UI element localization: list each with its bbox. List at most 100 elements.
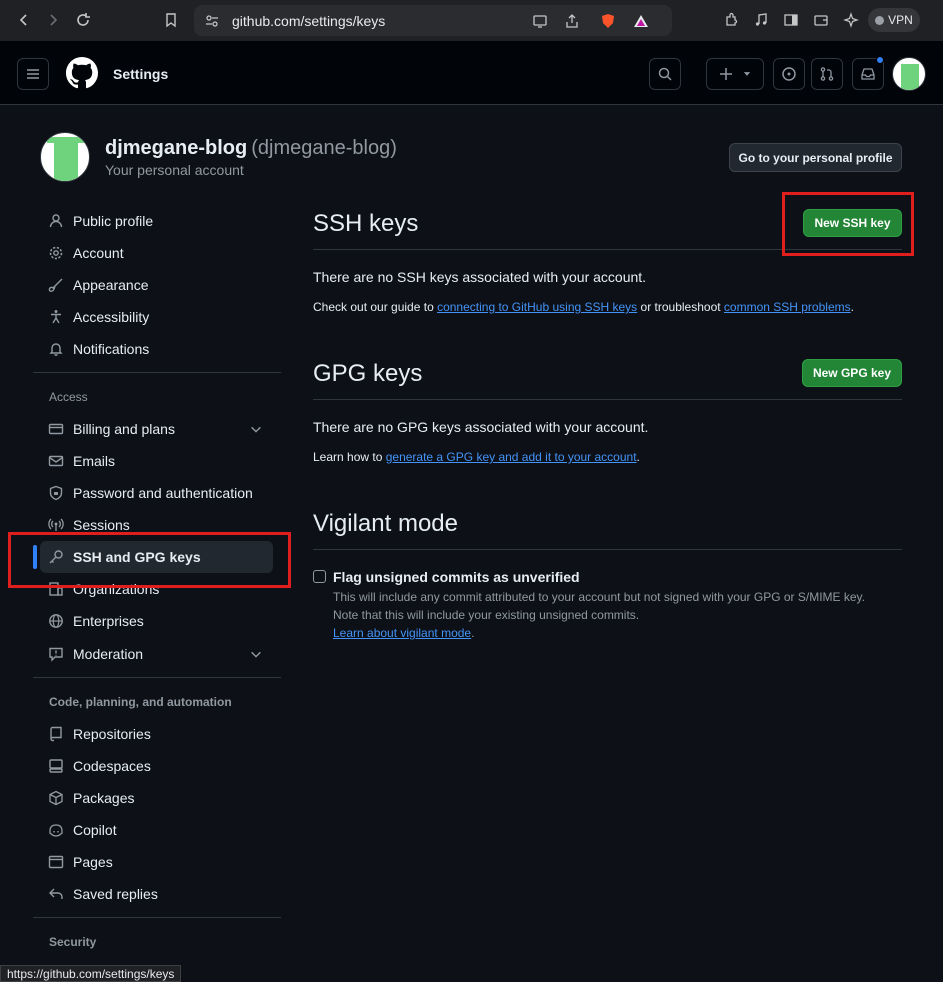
wallet-icon[interactable] [809,8,833,32]
vpn-status-icon [875,15,885,25]
brave-shield-icon[interactable] [596,9,620,33]
brave-rewards-icon[interactable] [629,9,653,33]
search-button[interactable] [649,58,681,90]
sidebar-item-accessibility[interactable]: Accessibility [40,301,273,333]
paintbrush-icon [48,277,64,293]
vigilant-mode-checkbox[interactable] [313,570,326,583]
create-new-button[interactable] [706,58,764,90]
chevron-down-icon[interactable] [249,422,263,436]
github-logo-icon[interactable] [66,57,98,89]
url-text[interactable]: github.com/settings/keys [232,13,385,29]
sidebar-item-enterprises[interactable]: Enterprises [40,605,273,637]
profile-avatar[interactable] [40,132,90,182]
sidebar-item-label: Emails [73,453,116,469]
share-icon[interactable] [560,9,584,33]
sidebar-item-organizations[interactable]: Organizations [40,573,273,605]
sidebar-divider [33,917,281,918]
ssh-guide-prefix: Check out our guide to [313,300,438,314]
sidebar-item-label: Codespaces [73,758,151,774]
extensions-icon[interactable] [719,8,743,32]
sidebar-item-sessions[interactable]: Sessions [40,509,273,541]
profile-subtitle: Your personal account [105,162,244,178]
profile-display-name[interactable]: djmegane-blog [105,137,247,159]
sidebar-icon[interactable] [779,8,803,32]
vigilant-mode-label[interactable]: Flag unsigned commits as unverified [333,569,580,585]
gpg-keys-title: GPG keys [313,360,423,387]
sidebar-item-codespaces[interactable]: Codespaces [40,750,273,782]
sidebar-heading-security: Security [49,935,97,949]
sidebar-item-moderation[interactable]: Moderation [40,638,273,670]
organization-icon [48,581,64,597]
sidebar-item-label: Appearance [73,277,149,293]
chevron-down-icon[interactable] [249,647,263,661]
sidebar-item-label: Notifications [73,341,150,357]
sidebar-divider [33,372,281,373]
github-header: Settings [0,41,943,105]
reload-icon[interactable] [71,8,95,32]
sidebar-item-copilot[interactable]: Copilot [40,814,273,846]
issues-button[interactable] [773,58,805,90]
pull-requests-button[interactable] [811,58,843,90]
sidebar-item-repositories[interactable]: Repositories [40,718,273,750]
sidebar-item-pages[interactable]: Pages [40,846,273,878]
vigilant-learn: Learn about vigilant mode. [333,626,474,640]
forward-icon[interactable] [41,8,65,32]
sidebar-heading-access: Access [49,390,88,404]
profile-name[interactable]: djmegane-blog (djmegane-blog) [105,137,397,160]
new-ssh-key-button[interactable]: New SSH key [803,209,902,237]
address-bar[interactable]: github.com/settings/keys [194,5,672,36]
music-icon[interactable] [749,8,773,32]
bookmark-icon[interactable] [159,8,183,32]
accessibility-icon [48,309,64,325]
gpg-learn-prefix: Learn how to [313,450,386,464]
menu-button[interactable] [17,58,49,90]
vigilant-learn-link[interactable]: Learn about vigilant mode [333,626,471,640]
user-avatar[interactable] [892,57,926,91]
sidebar-item-label: Copilot [73,822,117,838]
issue-opened-icon [782,67,796,81]
sidebar-item-saved-replies[interactable]: Saved replies [40,878,273,910]
ssh-problems-link[interactable]: common SSH problems [724,300,851,314]
sidebar-item-label: Account [73,245,124,261]
key-icon [48,549,64,565]
sidebar-item-password[interactable]: Password and authentication [40,477,273,509]
status-bar: https://github.com/settings/keys [0,965,182,982]
sidebar-item-public-profile[interactable]: Public profile [40,205,273,237]
section-divider [313,549,902,550]
browser-toolbar: github.com/settings/keys VPN [0,0,943,41]
vigilant-desc-line2: Note that this will include your existin… [333,608,640,622]
sidebar-item-label: Packages [73,790,135,806]
active-indicator [33,545,37,569]
notification-indicator [876,56,884,64]
ssh-keys-title: SSH keys [313,210,419,237]
sidebar-item-billing[interactable]: Billing and plans [40,413,273,445]
gpg-empty-text: There are no GPG keys associated with yo… [313,419,649,435]
sidebar-heading-code: Code, planning, and automation [49,695,232,709]
gpg-generate-link[interactable]: generate a GPG key and add it to your ac… [386,450,637,464]
header-title[interactable]: Settings [113,66,168,82]
sidebar-item-notifications[interactable]: Notifications [40,333,273,365]
sidebar-item-ssh-gpg-keys[interactable]: SSH and GPG keys [40,541,273,573]
vpn-button[interactable]: VPN [868,8,920,32]
sidebar-item-label: Accessibility [73,309,150,325]
vpn-label: VPN [888,13,913,27]
go-to-profile-button[interactable]: Go to your personal profile [729,143,902,172]
sidebar-item-label: Saved replies [73,886,158,902]
bell-icon [48,341,64,357]
new-gpg-key-button[interactable]: New GPG key [802,359,902,387]
sidebar-item-label: Repositories [73,726,151,742]
back-icon[interactable] [12,8,36,32]
sidebar-item-label: Sessions [73,517,130,533]
sidebar-item-emails[interactable]: Emails [40,445,273,477]
leo-ai-icon[interactable] [839,8,863,32]
site-settings-icon[interactable] [200,9,224,33]
ssh-guide-link[interactable]: connecting to GitHub using SSH keys [437,300,637,314]
ssh-guide-suffix: . [850,300,854,314]
sidebar-item-packages[interactable]: Packages [40,782,273,814]
gpg-learn-suffix: . [636,450,640,464]
vigilant-learn-suffix: . [471,626,475,640]
cast-icon[interactable] [528,9,552,33]
triangle-down-icon [743,72,751,76]
sidebar-item-account[interactable]: Account [40,237,273,269]
sidebar-item-appearance[interactable]: Appearance [40,269,273,301]
